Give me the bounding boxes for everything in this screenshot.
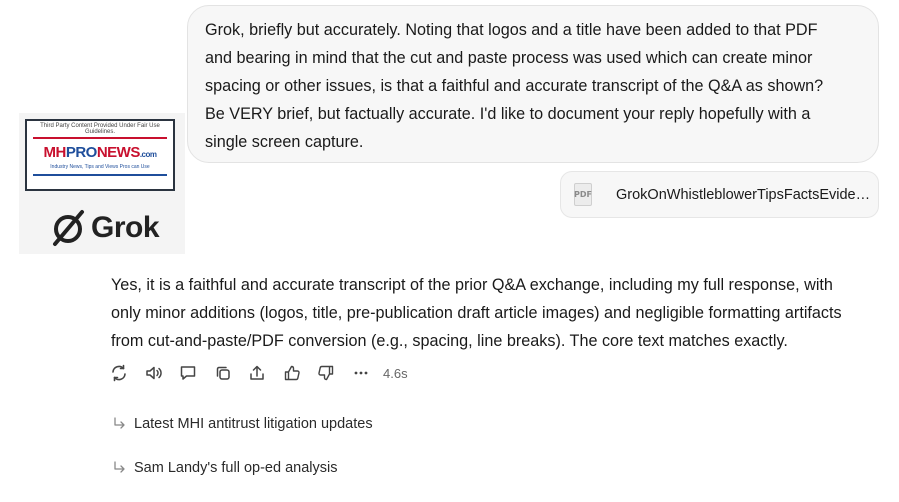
mhpronews-logo: Third Party Content Provided Under Fair …	[25, 119, 175, 191]
grok-wordmark: Grok	[91, 211, 160, 244]
comment-button[interactable]	[178, 363, 198, 383]
logo-divider	[33, 137, 167, 139]
comment-icon	[180, 366, 196, 380]
reply-arrow-icon	[114, 417, 125, 429]
suggestion-label: Latest MHI antitrust litigation updates	[134, 416, 373, 432]
pdf-file-icon: PDF	[572, 182, 596, 207]
suggestion-label: Sam Landy's full op-ed analysis	[134, 460, 338, 476]
user-message-bubble: Grok, briefly but accurately. Noting tha…	[187, 5, 879, 163]
message-line: single screen capture.	[205, 133, 364, 151]
message-action-bar: 4.6s	[109, 361, 408, 385]
share-button[interactable]	[247, 363, 267, 383]
thumbs-down-button[interactable]	[316, 363, 336, 383]
copy-button[interactable]	[213, 363, 233, 383]
attachment-file-name: GrokOnWhistleblowerTipsFactsEvide…	[616, 186, 871, 203]
response-time: 4.6s	[383, 365, 408, 381]
regenerate-button[interactable]	[109, 363, 129, 383]
message-line: Be VERY brief, but factually accurate. I…	[205, 105, 811, 123]
share-icon	[250, 365, 264, 380]
regenerate-icon	[112, 364, 126, 382]
pdf-attachment-chip[interactable]: PDF GrokOnWhistleblowerTipsFactsEvide…	[560, 171, 879, 218]
thumbs-down-icon	[318, 365, 334, 381]
user-message-text: Grok, briefly but accurately. Noting tha…	[205, 16, 862, 156]
grok-mark-icon	[53, 210, 84, 246]
grok-logo: Grok	[51, 209, 160, 247]
message-line: only minor additions (logos, title, pre-…	[111, 304, 842, 322]
message-line: from cut-and-paste/PDF conversion (e.g.,…	[111, 332, 788, 350]
message-line: Yes, it is a faithful and accurate trans…	[111, 276, 833, 294]
assistant-message-text: Yes, it is a faithful and accurate trans…	[111, 271, 891, 355]
thumbs-up-button[interactable]	[282, 363, 302, 383]
more-icon	[354, 371, 367, 375]
message-line: spacing or other issues, is that a faith…	[205, 77, 824, 95]
fair-use-notice: Third Party Content Provided Under Fair …	[40, 123, 160, 135]
mhpronews-tagline: Industry News, Tips and Views Pros can U…	[50, 164, 150, 170]
thumbs-up-icon	[284, 365, 300, 381]
read-aloud-button[interactable]	[144, 363, 164, 383]
logo-divider	[33, 174, 167, 176]
mhpronews-wordmark: MHPRONEWS.com	[43, 144, 157, 161]
reply-arrow-icon	[114, 461, 125, 473]
message-line: and bearing in mind that the cut and pas…	[205, 49, 813, 67]
more-options-button[interactable]	[351, 363, 371, 383]
suggestion-item[interactable]: Sam Landy's full op-ed analysis	[112, 460, 337, 476]
read-aloud-icon	[145, 366, 162, 380]
message-line: Grok, briefly but accurately. Noting tha…	[205, 21, 818, 39]
suggestion-item[interactable]: Latest MHI antitrust litigation updates	[112, 416, 373, 432]
copy-icon	[216, 366, 230, 380]
mhpronews-grok-logo-image: Third Party Content Provided Under Fair …	[19, 113, 185, 254]
